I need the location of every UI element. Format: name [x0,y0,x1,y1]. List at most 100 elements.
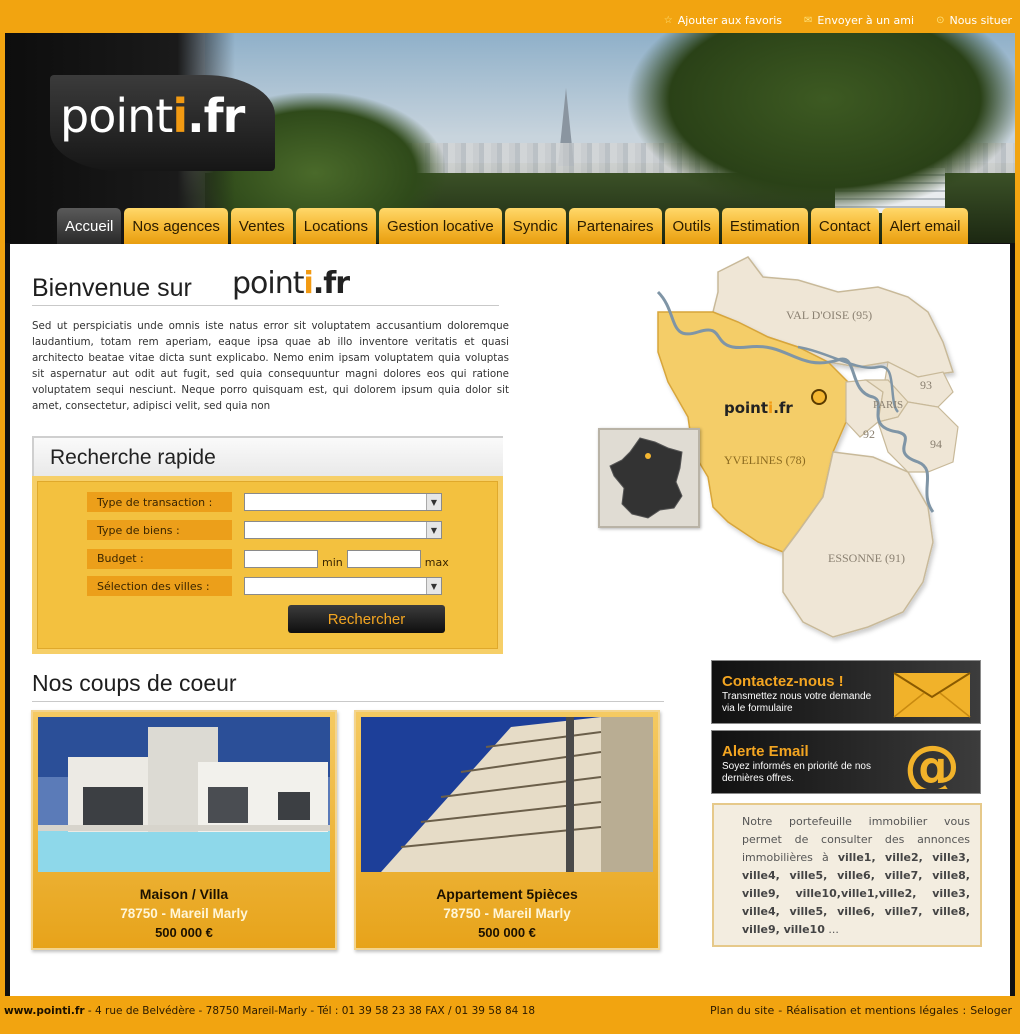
welcome-brand: pointi.fr [232,266,350,301]
map-location-marker[interactable] [811,389,827,405]
star-icon: ☆ [663,15,673,26]
map-brand-fr: .fr [773,399,793,417]
nav-gestion-locative[interactable]: Gestion locative [379,208,502,244]
budget-min-input[interactable] [244,549,318,568]
svg-text:@: @ [904,737,960,789]
select-transaction[interactable]: ▼ [244,493,442,511]
search-form: Type de transaction : ▼ Type de biens : … [32,476,503,654]
appartement-image [361,717,653,872]
footer-separator: - [778,1004,783,1017]
select-biens[interactable]: ▼ [244,521,442,539]
portfolio-ellipsis: ... [828,923,839,936]
property-card[interactable]: Maison / Villa 78750 - Mareil Marly 500 … [31,710,337,950]
footer-address-text: - 4 rue de Belvédère - 78750 Mareil-Marl… [84,1005,536,1017]
favorites-link[interactable]: ☆ Ajouter aux favoris [664,14,782,27]
search-button[interactable]: Rechercher [288,605,445,633]
map-label-val-doise: VAL D'OISE (95) [786,308,872,322]
nav-locations[interactable]: Locations [295,208,377,244]
contact-banner[interactable]: Contactez-nous ! Transmettez nous votre … [711,660,981,724]
footer-colon: : [962,1004,967,1017]
property-location: 78750 - Mareil Marly [443,906,571,921]
label-biens: Type de biens : [87,520,232,540]
top-links: ☆ Ajouter aux favoris ✉ Envoyer à un ami… [664,14,1012,27]
welcome-heading: Bienvenue sur pointi.fr [32,266,499,306]
max-label: max [424,556,449,569]
france-svg [609,437,683,519]
welcome-title: Bienvenue sur [32,274,192,302]
envelope-icon [893,672,971,718]
row-villes: Sélection des villes : ▼ [87,576,442,596]
alert-email-banner[interactable]: Alerte Email Soyez informés en priorité … [711,730,981,794]
at-sign-icon: @ [904,737,960,789]
map-brand: pointi.fr [724,399,793,417]
nav-partenaires[interactable]: Partenaires [568,208,662,244]
label-budget: Budget : [87,548,232,569]
map-label-94: 94 [930,437,942,451]
logo-point: point [60,89,173,143]
footer-links: Plan du site - Réalisation et mentions l… [710,1004,1012,1017]
property-photo-villa[interactable] [38,717,330,872]
welcome-brand-i: i [303,266,314,301]
map-label-yvelines: YVELINES (78) [724,453,806,467]
send-friend-link[interactable]: ✉ Envoyer à un ami [804,14,914,27]
header-trees-right [625,33,1015,213]
favorites-label: Ajouter aux favoris [677,14,783,27]
logo-fr: .fr [187,89,245,143]
budget-max-input[interactable] [346,549,421,568]
intro-text: Sed ut perspiciatis unde omnis iste natu… [32,320,509,412]
chevron-down-icon: ▼ [426,522,441,538]
footer-plan-link[interactable]: Plan du site [710,1004,774,1017]
portfolio-text: Notre portefeuille immobilier vous perme… [712,803,982,947]
footer-seloger-link[interactable]: Seloger [970,1004,1012,1017]
property-location: 78750 - Mareil Marly [120,906,248,921]
nav-accueil[interactable]: Accueil [57,208,122,244]
min-label: min [322,556,343,569]
map-label-92: 92 [863,427,875,441]
nav-contact[interactable]: Contact [810,208,879,244]
chevron-down-icon: ▼ [426,578,441,594]
property-price: 500 000 € [155,925,213,940]
row-transaction: Type de transaction : ▼ [87,492,442,512]
row-budget: Budget : min max [87,548,453,569]
search-header: Recherche rapide [32,436,503,476]
label-transaction: Type de transaction : [87,492,232,512]
map-label-93: 93 [920,378,932,392]
label-villes: Sélection des villes : [87,576,232,596]
property-type: Appartement 5pièces [436,886,578,902]
main-nav: Accueil Nos agences Ventes Locations Ges… [57,208,969,244]
search-title: Recherche rapide [50,446,216,469]
alert-banner-subtitle: Soyez informés en priorité de nos derniè… [722,761,871,784]
locate-link[interactable]: ⊙ Nous situer [936,14,1012,27]
property-photo-appartement[interactable] [361,717,653,872]
nav-outils[interactable]: Outils [664,208,719,244]
nav-estimation[interactable]: Estimation [721,208,808,244]
footer-site-link[interactable]: www.pointi.fr [4,1005,85,1017]
coups-de-coeur-title: Nos coups de coeur [32,670,664,702]
alert-banner-title: Alerte Email [722,743,809,760]
locate-label: Nous situer [949,14,1012,27]
footer-mentions-link[interactable]: Réalisation et mentions légales [786,1004,958,1017]
contact-banner-subtitle: Transmettez nous votre demande via le fo… [722,691,872,714]
nav-ventes[interactable]: Ventes [230,208,293,244]
welcome-brand-fr: .fr [312,266,350,301]
villa-image [38,717,330,872]
footer-address: www.pointi.fr - 4 rue de Belvédère - 787… [4,1005,535,1017]
nav-nos-agences[interactable]: Nos agences [124,208,228,244]
logo-text: pointi.fr [60,89,245,143]
france-shape [609,437,683,519]
location-icon: ⊙ [936,15,945,26]
select-villes[interactable]: ▼ [244,577,442,595]
send-friend-label: Envoyer à un ami [817,14,915,27]
france-location-dot [645,453,651,459]
logo-i: i [172,89,188,143]
envelope-icon: ✉ [804,15,813,26]
row-biens: Type de biens : ▼ [87,520,442,540]
property-type: Maison / Villa [139,886,229,902]
welcome-brand-point: point [232,266,305,301]
property-card[interactable]: Appartement 5pièces 78750 - Mareil Marly… [354,710,660,950]
map-brand-point: point [724,399,768,417]
france-inset-map[interactable] [598,428,700,528]
site-logo[interactable]: pointi.fr [50,75,275,171]
nav-syndic[interactable]: Syndic [504,208,566,244]
nav-alert-email[interactable]: Alert email [881,208,969,244]
